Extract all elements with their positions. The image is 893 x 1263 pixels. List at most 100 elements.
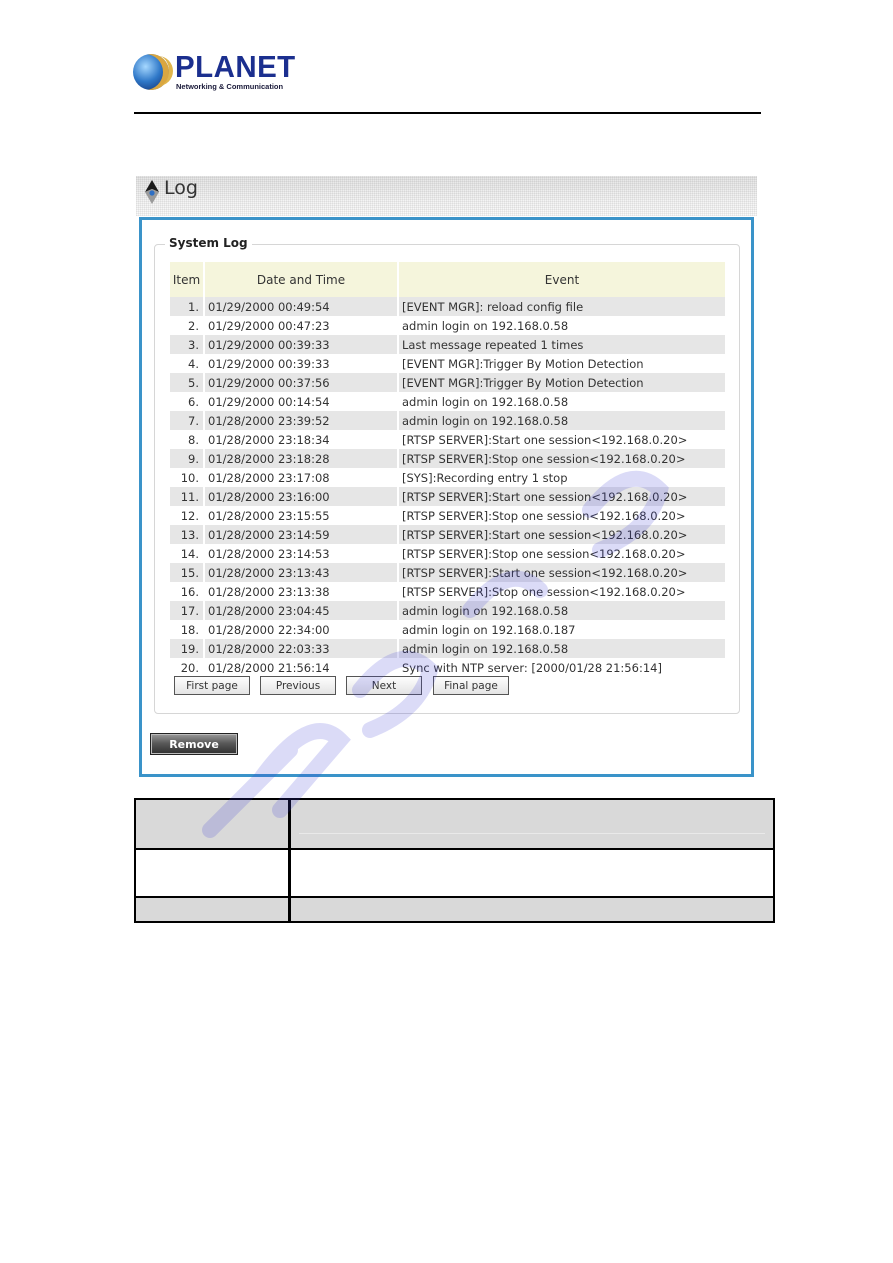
system-log-table: Item Date and Time Event 1. 01/29/2000 00… — [168, 262, 727, 677]
log-item-number: 2. — [170, 316, 203, 335]
description-row — [136, 850, 773, 896]
system-log-legend: System Log — [165, 236, 252, 250]
log-datetime: 01/28/2000 23:39:52 — [205, 411, 397, 430]
log-event: [RTSP SERVER]:Stop one session<192.168.0… — [399, 449, 725, 468]
log-item-number: 20. — [170, 658, 203, 677]
log-item-number: 15. — [170, 563, 203, 582]
log-row: 3. 01/29/2000 00:39:33 Last message repeat… — [170, 335, 725, 354]
log-datetime: 01/28/2000 23:16:00 — [205, 487, 397, 506]
column-header-datetime: Date and Time — [205, 262, 397, 297]
log-datetime: 01/28/2000 23:15:55 — [205, 506, 397, 525]
log-item-number: 13. — [170, 525, 203, 544]
log-datetime: 01/29/2000 00:47:23 — [205, 316, 397, 335]
description-value-cell — [291, 800, 773, 848]
log-datetime: 01/29/2000 00:37:56 — [205, 373, 397, 392]
next-page-button[interactable]: Next — [346, 676, 422, 695]
log-datetime: 01/28/2000 23:04:45 — [205, 601, 397, 620]
log-item-number: 18. — [170, 620, 203, 639]
log-event: admin login on 192.168.0.58 — [399, 316, 725, 335]
log-event: [RTSP SERVER]:Start one session<192.168.… — [399, 487, 725, 506]
log-datetime: 01/28/2000 23:13:43 — [205, 563, 397, 582]
log-row: 19. 01/28/2000 22:03:33 admin login on 192… — [170, 639, 725, 658]
log-row: 20. 01/28/2000 21:56:14 Sync with NTP serv… — [170, 658, 725, 677]
log-item-number: 7. — [170, 411, 203, 430]
log-item-number: 11. — [170, 487, 203, 506]
log-event: [RTSP SERVER]:Start one session<192.168.… — [399, 525, 725, 544]
log-item-number: 3. — [170, 335, 203, 354]
log-event: [EVENT MGR]:Trigger By Motion Detection — [399, 373, 725, 392]
log-datetime: 01/28/2000 21:56:14 — [205, 658, 397, 677]
log-item-number: 5. — [170, 373, 203, 392]
log-row: 2. 01/29/2000 00:47:23 admin login on 192.… — [170, 316, 725, 335]
log-datetime: 01/28/2000 23:14:53 — [205, 544, 397, 563]
log-row: 12. 01/28/2000 23:15:55 [RTSP SERVER]:Stop… — [170, 506, 725, 525]
log-event: admin login on 192.168.0.58 — [399, 411, 725, 430]
log-arrow-icon — [145, 180, 159, 204]
log-event: [EVENT MGR]: reload config file — [399, 297, 725, 316]
log-datetime: 01/29/2000 00:39:33 — [205, 354, 397, 373]
first-page-button[interactable]: First page — [174, 676, 250, 695]
description-value-cell — [291, 898, 773, 921]
log-row: 18. 01/28/2000 22:34:00 admin login on 192… — [170, 620, 725, 639]
log-datetime: 01/28/2000 23:18:28 — [205, 449, 397, 468]
brand-tagline: Networking & Communication — [176, 82, 284, 91]
log-datetime: 01/28/2000 23:14:59 — [205, 525, 397, 544]
description-value-cell — [291, 850, 773, 896]
log-item-number: 1. — [170, 297, 203, 316]
log-row: 4. 01/29/2000 00:39:33 [EVENT MGR]:Trigger… — [170, 354, 725, 373]
log-item-number: 4. — [170, 354, 203, 373]
log-item-number: 16. — [170, 582, 203, 601]
column-header-item: Item — [170, 262, 203, 297]
log-event: [EVENT MGR]:Trigger By Motion Detection — [399, 354, 725, 373]
log-datetime: 01/28/2000 23:18:34 — [205, 430, 397, 449]
log-datetime: 01/29/2000 00:49:54 — [205, 297, 397, 316]
globe-logo-icon — [133, 54, 173, 90]
cell-divider — [299, 833, 765, 834]
log-title-bar: Log — [136, 176, 757, 216]
log-event: [SYS]:Recording entry 1 stop — [399, 468, 725, 487]
system-log-group: System Log Item Date and Time Event 1. 01… — [154, 236, 740, 714]
log-event: [RTSP SERVER]:Stop one session<192.168.0… — [399, 582, 725, 601]
description-label-cell — [136, 850, 288, 896]
log-event: admin login on 192.168.0.187 — [399, 620, 725, 639]
log-event: Last message repeated 1 times — [399, 335, 725, 354]
remove-button[interactable]: Remove — [150, 733, 238, 755]
previous-page-button[interactable]: Previous — [260, 676, 336, 695]
description-label-cell — [136, 898, 288, 921]
log-row: 1. 01/29/2000 00:49:54 [EVENT MGR]: reload… — [170, 297, 725, 316]
description-row — [136, 800, 773, 848]
log-row: 8. 01/28/2000 23:18:34 [RTSP SERVER]:Start… — [170, 430, 725, 449]
log-datetime: 01/28/2000 22:34:00 — [205, 620, 397, 639]
log-item-number: 17. — [170, 601, 203, 620]
planet-logo: PLANET Networking & Communication — [133, 49, 295, 94]
log-item-number: 9. — [170, 449, 203, 468]
log-event: admin login on 192.168.0.58 — [399, 639, 725, 658]
log-row: 6. 01/29/2000 00:14:54 admin login on 192.… — [170, 392, 725, 411]
log-row: 16. 01/28/2000 23:13:38 [RTSP SERVER]:Stop… — [170, 582, 725, 601]
log-event: [RTSP SERVER]:Stop one session<192.168.0… — [399, 544, 725, 563]
log-item-number: 19. — [170, 639, 203, 658]
log-event: [RTSP SERVER]:Start one session<192.168.… — [399, 563, 725, 582]
log-row: 7. 01/28/2000 23:39:52 admin login on 192.… — [170, 411, 725, 430]
log-row: 11. 01/28/2000 23:16:00 [RTSP SERVER]:Star… — [170, 487, 725, 506]
log-item-number: 10. — [170, 468, 203, 487]
log-datetime: 01/29/2000 00:39:33 — [205, 335, 397, 354]
log-row: 5. 01/29/2000 00:37:56 [EVENT MGR]:Trigger… — [170, 373, 725, 392]
log-datetime: 01/28/2000 23:17:08 — [205, 468, 397, 487]
log-row: 17. 01/28/2000 23:04:45 admin login on 192… — [170, 601, 725, 620]
log-row: 15. 01/28/2000 23:13:43 [RTSP SERVER]:Star… — [170, 563, 725, 582]
log-item-number: 8. — [170, 430, 203, 449]
log-event: admin login on 192.168.0.58 — [399, 392, 725, 411]
log-datetime: 01/28/2000 22:03:33 — [205, 639, 397, 658]
log-row: 10. 01/28/2000 23:17:08 [SYS]:Recording en… — [170, 468, 725, 487]
log-event: [RTSP SERVER]:Start one session<192.168.… — [399, 430, 725, 449]
table-header-row: Item Date and Time Event — [170, 262, 725, 297]
log-datetime: 01/29/2000 00:14:54 — [205, 392, 397, 411]
log-event: admin login on 192.168.0.58 — [399, 601, 725, 620]
final-page-button[interactable]: Final page — [433, 676, 509, 695]
header-divider — [134, 112, 761, 114]
description-label-cell — [136, 800, 288, 848]
log-row: 13. 01/28/2000 23:14:59 [RTSP SERVER]:Star… — [170, 525, 725, 544]
description-table — [134, 798, 775, 923]
log-event: [RTSP SERVER]:Stop one session<192.168.0… — [399, 506, 725, 525]
